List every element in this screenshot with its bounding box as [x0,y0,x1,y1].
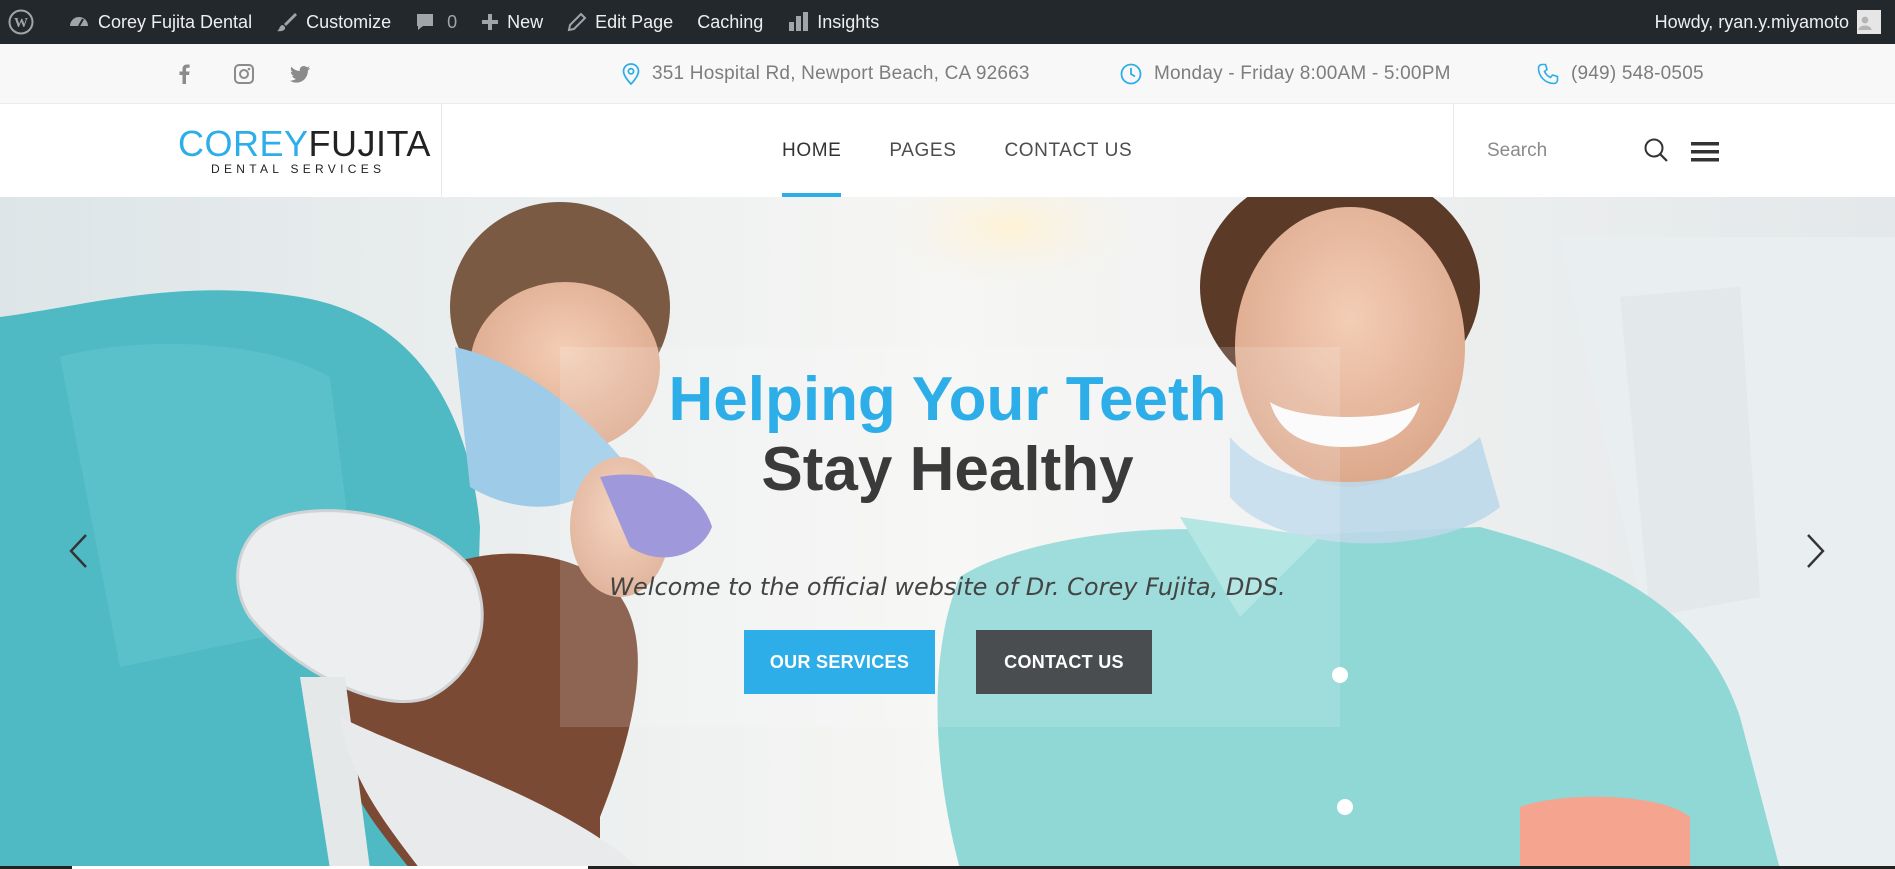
wp-admin-bar: W Corey Fujita Dental Customize 0 New Ed… [0,0,1895,44]
brush-icon [277,13,298,32]
nav-pages[interactable]: PAGES [889,104,956,197]
main-nav: HOME PAGES CONTACT US [782,104,1180,197]
slider-next-arrow-icon[interactable] [1806,533,1826,574]
admin-insights-label: Insights [817,11,880,32]
plus-icon [482,14,499,30]
admin-insights[interactable]: Insights [775,0,891,44]
admin-new-label: New [507,11,544,32]
search-icon[interactable] [1643,137,1669,168]
logo-last: FUJITA [308,123,431,164]
admin-site-name[interactable]: Corey Fujita Dental [56,0,264,44]
svg-text:W: W [14,16,28,31]
phone-info[interactable]: (949) 548-0505 [1537,44,1704,104]
contact-us-button[interactable]: CONTACT US [976,630,1152,694]
wordpress-logo-icon[interactable]: W [0,0,56,44]
admin-comments[interactable]: 0 [403,0,469,44]
logo-tagline: DENTAL SERVICES [211,162,386,176]
top-info-bar: 351 Hospital Rd, Newport Beach, CA 92663… [0,44,1895,104]
admin-edit-page-label: Edit Page [595,11,674,32]
our-services-button[interactable]: OUR SERVICES [744,630,935,694]
hours-info: Monday - Friday 8:00AM - 5:00PM [1120,44,1451,104]
avatar [1857,10,1881,34]
hours-text: Monday - Friday 8:00AM - 5:00PM [1154,63,1451,84]
pencil-icon [567,12,587,32]
address-info: 351 Hospital Rd, Newport Beach, CA 92663 [622,44,1030,104]
twitter-icon[interactable] [290,65,346,83]
admin-account[interactable]: Howdy, ryan.y.miyamoto [1643,0,1895,44]
hero-title-line2: Stay Healthy [761,435,1134,504]
search-input[interactable] [1487,140,1637,162]
admin-customize[interactable]: Customize [264,0,403,44]
map-pin-icon [622,63,640,85]
admin-site-name-label: Corey Fujita Dental [98,11,253,32]
phone-icon [1537,63,1559,85]
hero-title: Helping Your Teeth Stay Healthy [0,365,1895,505]
header-divider [441,104,442,197]
logo-first: COREY [178,123,309,164]
bar-chart-icon [789,12,809,31]
hero-background-image [0,197,1895,869]
dashboard-icon [70,17,88,27]
admin-caching-label: Caching [697,11,764,32]
clock-icon [1120,63,1142,85]
header-divider [1453,104,1454,197]
social-links [178,44,346,104]
site-logo[interactable]: COREYFUJITA DENTAL SERVICES [178,123,430,178]
admin-caching[interactable]: Caching [685,0,775,44]
hero-subtitle: Welcome to the official website of Dr. C… [609,573,1286,601]
hamburger-menu-icon[interactable] [1691,141,1719,168]
logo-wordmark: COREYFUJITA [178,123,430,164]
instagram-icon[interactable] [234,64,290,84]
facebook-icon[interactable] [178,64,234,84]
comments-count: 0 [447,11,458,32]
site-header: COREYFUJITA DENTAL SERVICES HOME PAGES C… [0,104,1895,197]
admin-new[interactable]: New [469,0,555,44]
admin-howdy-label: Howdy, ryan.y.miyamoto [1654,11,1849,32]
nav-contact-us[interactable]: CONTACT US [1004,104,1132,197]
hero-title-line1: Helping Your Teeth [668,365,1227,434]
nav-home[interactable]: HOME [782,104,842,197]
hero-slider: Helping Your Teeth Stay Healthy Welcome … [0,197,1895,869]
address-text: 351 Hospital Rd, Newport Beach, CA 92663 [652,63,1030,84]
admin-customize-label: Customize [306,11,392,32]
admin-edit-page[interactable]: Edit Page [555,0,685,44]
comment-icon [417,14,434,30]
slider-prev-arrow-icon[interactable] [68,533,88,574]
phone-text: (949) 548-0505 [1571,63,1704,84]
